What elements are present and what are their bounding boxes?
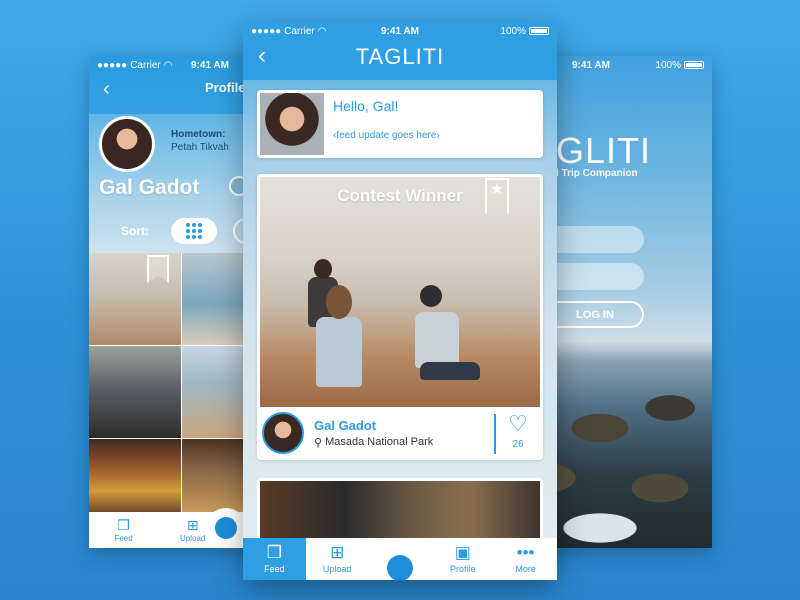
upload-icon: ⊞ — [186, 516, 199, 533]
tab-label: Profile — [450, 564, 476, 574]
hometown-value: Petah Tikvah — [171, 142, 229, 153]
feed-icon: ❐ — [117, 516, 130, 533]
tab-upload[interactable]: ⊞ Upload — [306, 538, 369, 580]
tab-label: Upload — [322, 564, 352, 574]
record-button[interactable] — [206, 508, 246, 548]
sort-label: Sort: — [121, 224, 149, 238]
page-title: Profile — [205, 80, 246, 95]
photo-tile[interactable] — [89, 346, 181, 438]
like-count: 26 — [512, 439, 524, 450]
app-title: TAGLITI — [355, 44, 445, 69]
star-icon: ★ — [489, 181, 505, 198]
tab-profile[interactable]: ▣ Profile — [431, 538, 494, 580]
photo-tile[interactable] — [89, 253, 181, 345]
status-bar: ●●●●● Carrier ◠ 9:41 AM 100% — [243, 22, 557, 40]
feed-icon: ❐ — [266, 543, 283, 562]
avatar[interactable] — [99, 116, 155, 172]
heart-icon[interactable]: ♡ — [503, 412, 533, 436]
photo-person — [316, 317, 362, 387]
feed-screen: ●●●●● Carrier ◠ 9:41 AM 100% ‹ TAGLITI H… — [243, 22, 557, 580]
post-author[interactable]: Gal Gadot — [314, 418, 376, 433]
photo-tile[interactable] — [89, 439, 181, 513]
upload-icon: ⊞ — [330, 543, 345, 562]
divider — [494, 414, 496, 454]
profile-icon: ▣ — [454, 543, 471, 562]
tab-more[interactable]: ••• More — [494, 538, 557, 580]
tab-feed[interactable]: ❐ Feed — [243, 538, 306, 580]
hometown-label: Hometown: — [171, 129, 226, 140]
greeting-text: Hello, Gal! — [333, 98, 399, 114]
grid-view-button[interactable] — [171, 218, 217, 244]
status-time: 9:41 AM — [381, 25, 419, 37]
username-field[interactable] — [546, 226, 644, 253]
post-photo[interactable] — [260, 177, 540, 407]
login-button[interactable]: LOG IN — [546, 301, 644, 328]
avatar[interactable] — [262, 412, 304, 454]
password-field[interactable] — [546, 263, 644, 290]
location-text: Masada National Park — [325, 436, 434, 448]
bookmark-star-icon — [147, 255, 169, 283]
tab-feed[interactable]: ❐ Feed — [89, 518, 158, 543]
photo-person — [415, 312, 459, 368]
app-subtitle: l Trip Companion — [556, 168, 638, 179]
avatar — [260, 93, 324, 155]
app-logo-title: GLITI — [556, 130, 652, 171]
contest-post-card[interactable]: Contest Winner ★ Gal Gadot ⚲ Masada Nati… — [257, 174, 543, 460]
tab-label: More — [515, 564, 536, 574]
back-chevron-icon[interactable]: ‹ — [103, 78, 110, 101]
tab-label: Feed — [114, 533, 133, 543]
profile-name: Gal Gadot — [99, 176, 200, 199]
post-location: ⚲ Masada National Park — [314, 436, 433, 449]
feed-update-text: ‹feed update goes here› — [333, 130, 440, 141]
record-icon — [215, 517, 237, 539]
record-icon — [387, 555, 413, 580]
location-pin-icon: ⚲ — [314, 437, 323, 449]
tab-label: Upload — [180, 533, 206, 543]
tab-label: Feed — [264, 564, 285, 574]
more-icon: ••• — [516, 543, 535, 562]
greeting-card[interactable]: Hello, Gal! ‹feed update goes here› — [257, 90, 543, 158]
